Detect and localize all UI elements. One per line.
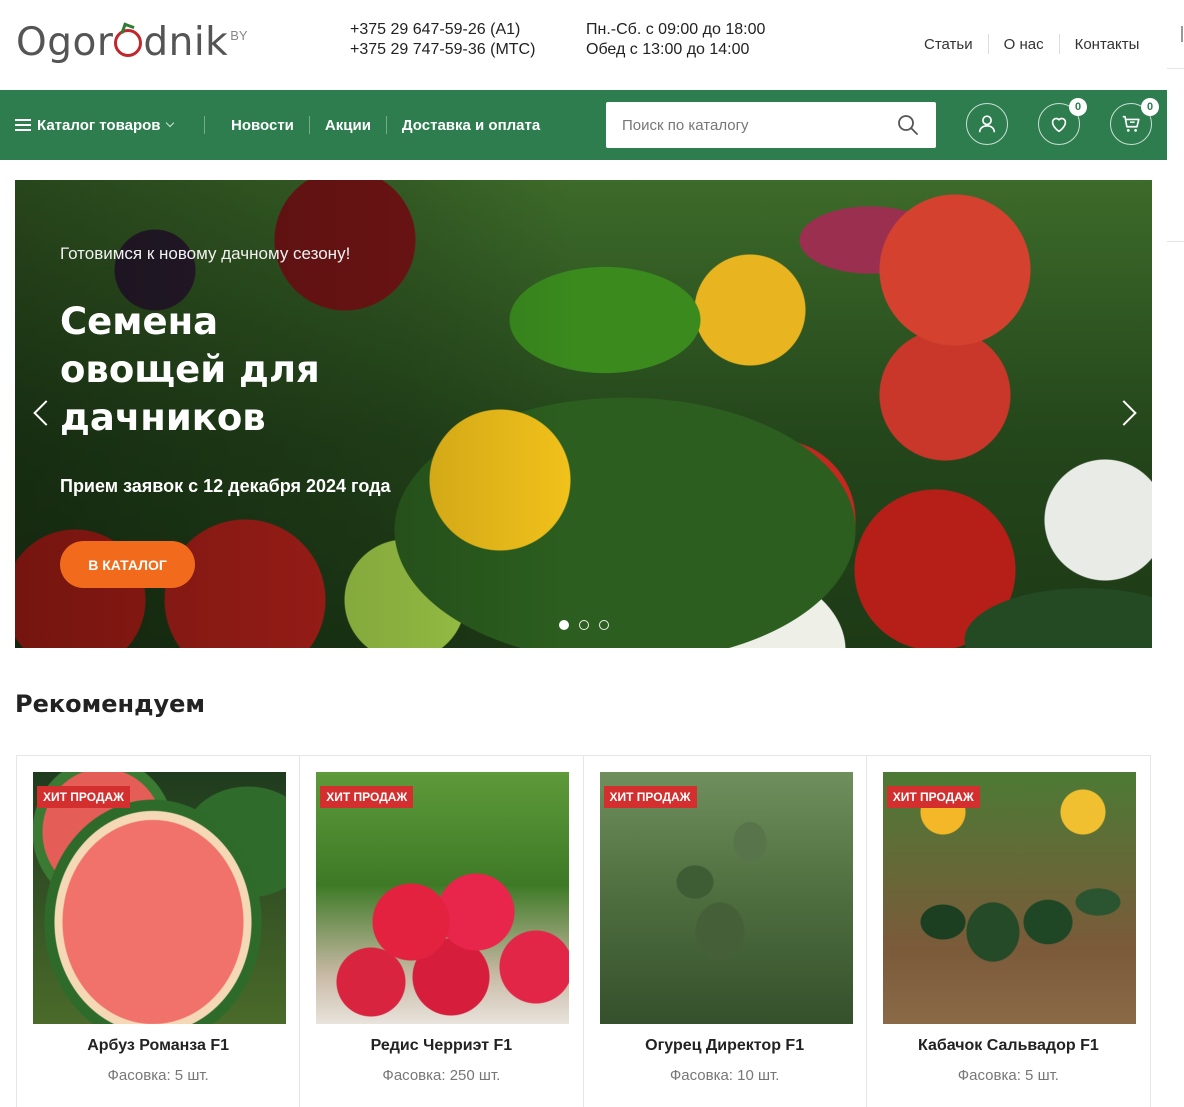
account-button[interactable]	[966, 103, 1008, 145]
logo-o-mark	[114, 29, 143, 57]
product-name[interactable]: Огурец Директор F1	[584, 1037, 866, 1055]
product-pack-size: Фасовка: 5 шт.	[957, 1067, 1059, 1084]
arrow-right-icon[interactable]	[1111, 400, 1137, 426]
product-image-zucchini[interactable]: ХИТ ПРОДАЖ	[882, 772, 1136, 1024]
hero-kicker: Готовимся к новому дачному сезону!	[60, 244, 351, 263]
bestseller-badge: ХИТ ПРОДАЖ	[886, 786, 980, 808]
product-name[interactable]: Кабачок Сальвадор F1	[867, 1037, 1150, 1055]
divider	[204, 116, 205, 134]
product-name[interactable]: Арбуз Романза F1	[17, 1037, 299, 1055]
menu-icon	[15, 119, 31, 131]
product-pack-size: Фасовка: 5 шт.	[107, 1067, 209, 1084]
chevron-down-icon	[165, 118, 174, 128]
site-logo[interactable]: Ogor dnik BY	[16, 18, 248, 68]
nav-links: Новости Акции Доставка и оплата	[204, 90, 555, 160]
hero-slider: Готовимся к новому дачному сезону! Семен…	[15, 180, 1152, 648]
product-name[interactable]: Редис Черриэт F1	[300, 1037, 582, 1055]
logo-country: BY	[230, 28, 248, 43]
bestseller-badge: ХИТ ПРОДАЖ	[37, 786, 130, 808]
product-image-radish[interactable]: ХИТ ПРОДАЖ	[316, 772, 570, 1024]
nav-news[interactable]: Новости	[216, 117, 309, 134]
product-card[interactable]: ХИТ ПРОДАЖ Арбуз Романза F1 Фасовка: 5 ш…	[17, 756, 301, 1107]
working-hours: Пн.-Сб. с 09:00 до 18:00 Обед с 13:00 до…	[586, 20, 765, 60]
product-pack-size: Фасовка: 10 шт.	[669, 1067, 780, 1084]
link-articles[interactable]: Статьи	[909, 36, 988, 53]
link-contacts[interactable]: Контакты	[1060, 36, 1155, 53]
search-icon[interactable]	[896, 113, 920, 137]
to-catalog-button[interactable]: В КАТАЛОГ	[60, 541, 195, 588]
slider-dot-1[interactable]	[559, 620, 569, 630]
slider-dots	[559, 620, 609, 630]
phone-mts[interactable]: +375 29 747-59-36 (МТС)	[350, 40, 535, 60]
product-card[interactable]: ХИТ ПРОДАЖ Огурец Директор F1 Фасовка: 1…	[584, 756, 867, 1107]
product-image-cucumber[interactable]: ХИТ ПРОДАЖ	[599, 772, 853, 1024]
site-header: Ogor dnik BY +375 29 647-59-26 (А1) +375 …	[0, 0, 1167, 90]
phone-numbers: +375 29 647-59-26 (А1) +375 29 747-59-36…	[350, 20, 535, 60]
product-card[interactable]: ХИТ ПРОДАЖ Кабачок Сальвадор F1 Фасовка:…	[867, 756, 1150, 1107]
cart-count-badge: 0	[1141, 98, 1159, 116]
wishlist-button[interactable]: 0	[1038, 98, 1087, 145]
search-box	[606, 102, 936, 148]
product-pack-size: Фасовка: 250 шт.	[382, 1067, 501, 1084]
search-input[interactable]	[606, 102, 886, 148]
cart-icon	[1122, 115, 1140, 132]
user-icon	[978, 115, 996, 133]
edge-divider	[1167, 241, 1184, 242]
hero-subtitle: Прием заявок с 12 декабря 2024 года	[60, 476, 391, 496]
heart-icon	[1051, 117, 1067, 133]
nav-promotions[interactable]: Акции	[310, 117, 386, 134]
product-card[interactable]: ХИТ ПРОДАЖ Редис Черриэт F1 Фасовка: 250…	[300, 756, 584, 1107]
wishlist-count-badge: 0	[1069, 98, 1087, 116]
slider-dot-2[interactable]	[579, 620, 589, 630]
top-links: Статьи О нас Контакты	[909, 34, 1154, 54]
catalog-menu-button[interactable]: Каталог товаров	[15, 90, 174, 160]
cart-button[interactable]: 0	[1110, 98, 1159, 145]
product-grid: ХИТ ПРОДАЖ Арбуз Романза F1 Фасовка: 5 ш…	[16, 755, 1151, 1107]
product-image-watermelon[interactable]: ХИТ ПРОДАЖ	[33, 772, 286, 1024]
catalog-label: Каталог товаров	[37, 116, 161, 134]
logo-text: Ogor dnik	[16, 20, 229, 65]
link-about[interactable]: О нас	[989, 36, 1059, 53]
phone-a1[interactable]: +375 29 647-59-26 (А1)	[350, 20, 535, 40]
edge-divider	[1167, 68, 1184, 69]
hours-weekdays: Пн.-Сб. с 09:00 до 18:00	[586, 21, 766, 38]
hero-title: Семена овощей для дачников	[60, 300, 320, 439]
nav-delivery[interactable]: Доставка и оплата	[387, 117, 555, 134]
hours-lunch: Обед с 13:00 до 14:00	[586, 41, 750, 58]
main-navbar: Каталог товаров Новости Акции Доставка и…	[0, 90, 1167, 160]
recommended-title: Рекомендуем	[15, 690, 206, 718]
slider-dot-3[interactable]	[599, 620, 609, 630]
bestseller-badge: ХИТ ПРОДАЖ	[320, 786, 414, 808]
bestseller-badge: ХИТ ПРОДАЖ	[603, 786, 697, 808]
